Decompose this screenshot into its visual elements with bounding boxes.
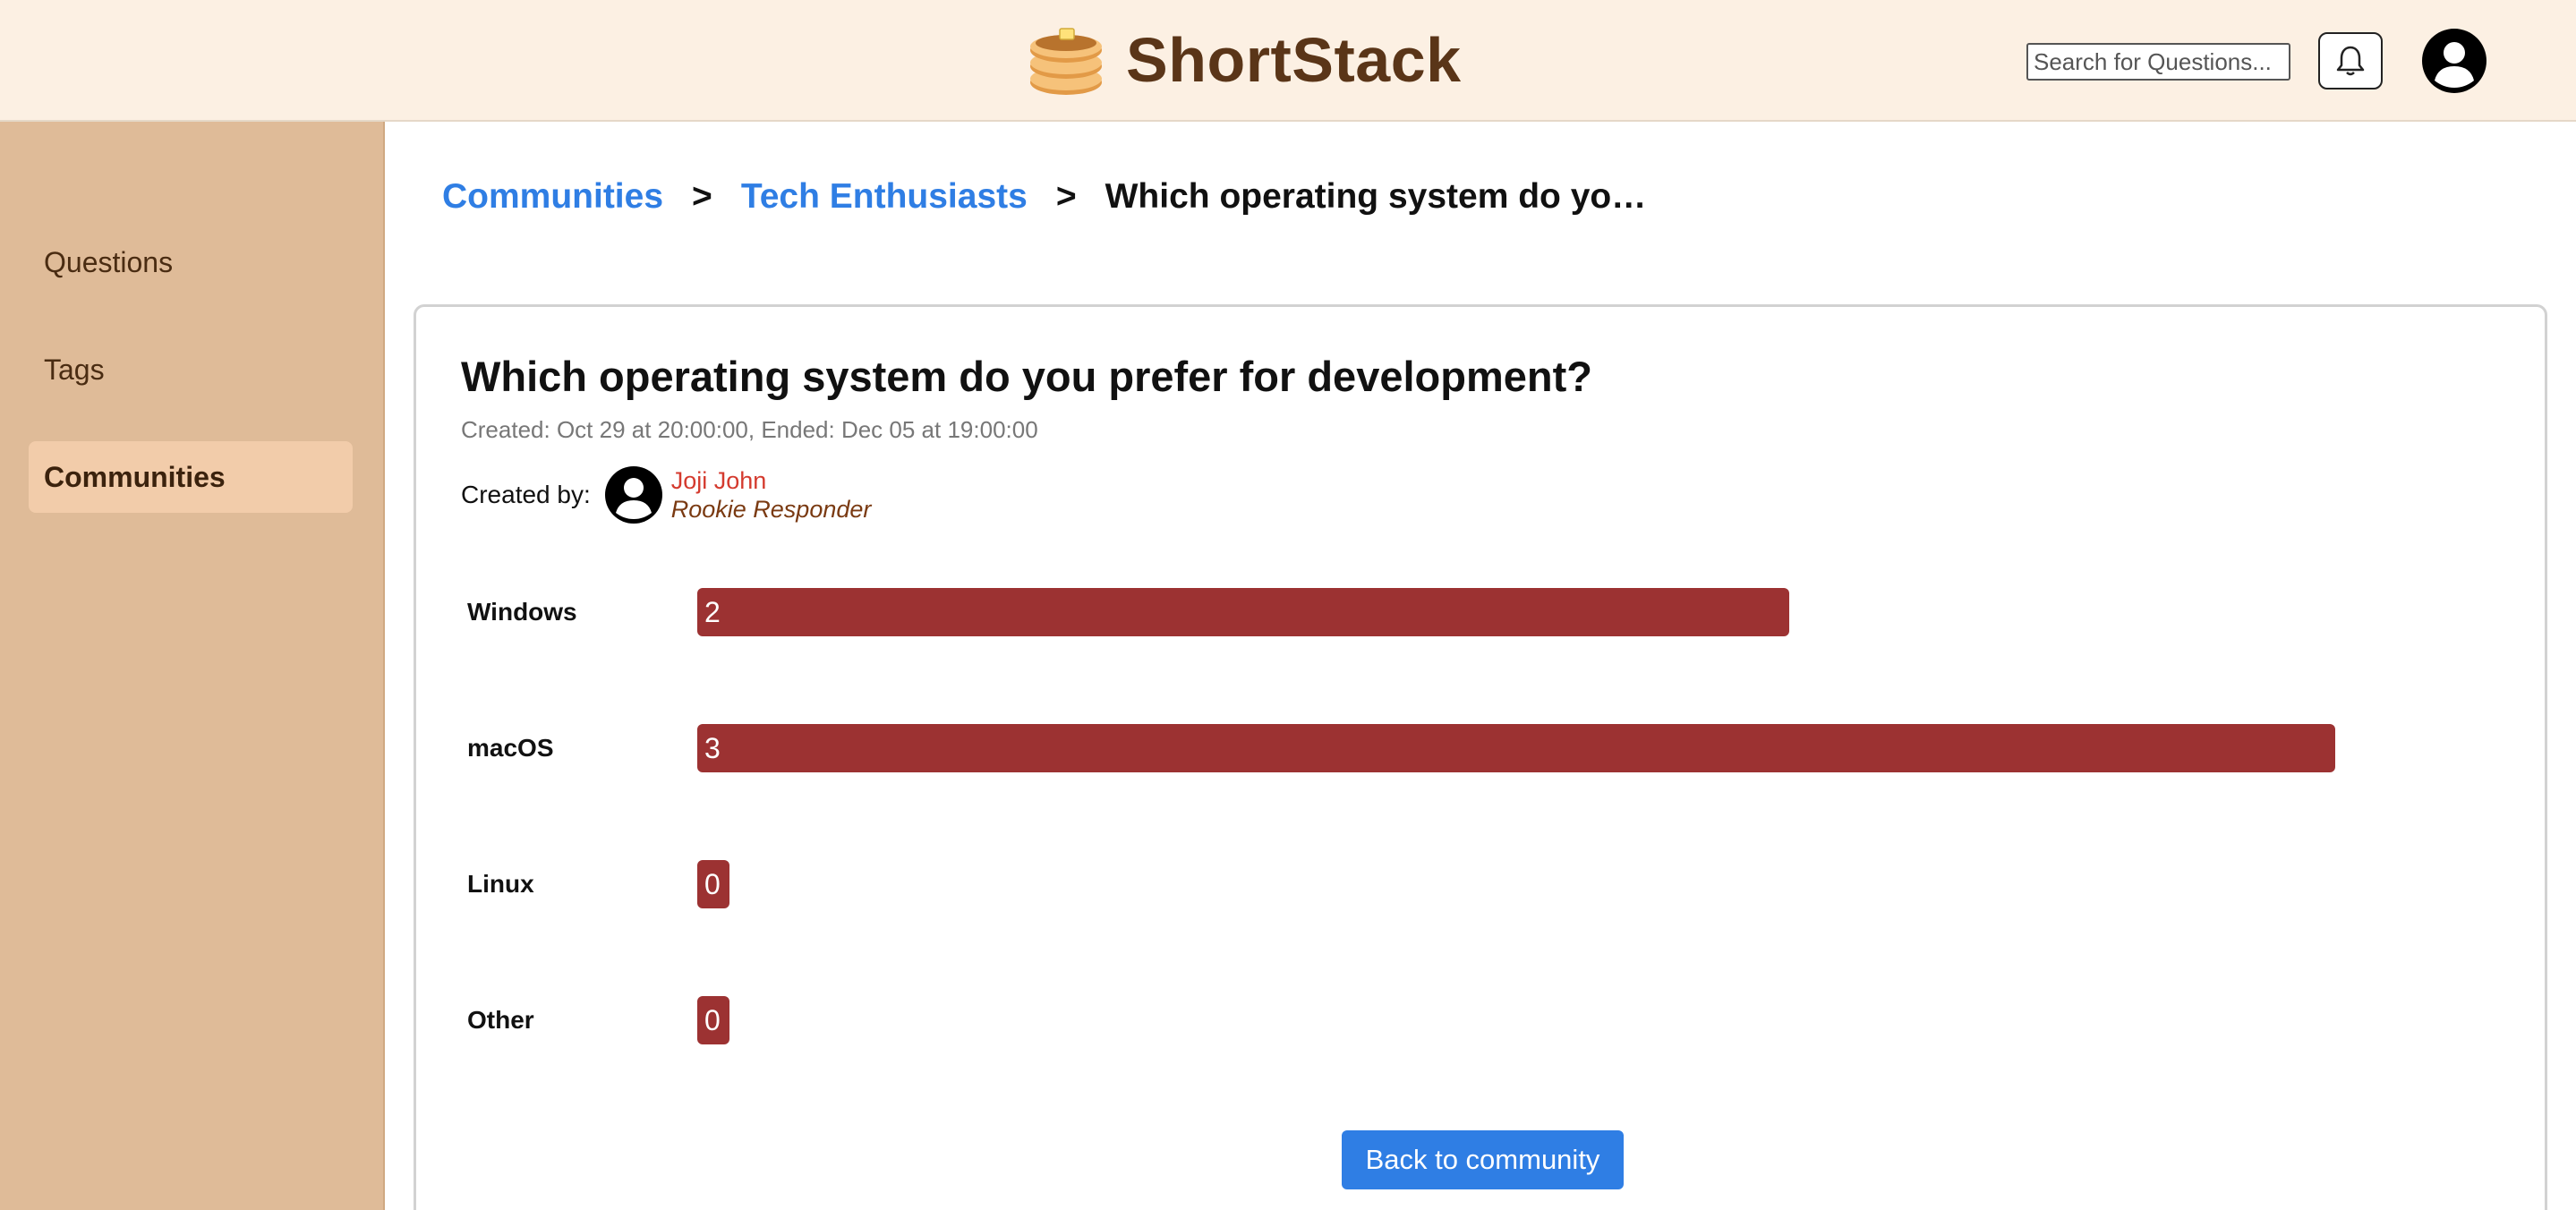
- search-input[interactable]: [2026, 43, 2290, 81]
- breadcrumb: Communities > Tech Enthusiasts > Which o…: [442, 177, 1646, 217]
- app-name: ShortStack: [1126, 25, 1462, 95]
- poll-option-label: Windows: [467, 598, 577, 626]
- creator-avatar-icon: [604, 466, 662, 524]
- created-by-label: Created by:: [461, 481, 591, 508]
- poll-option-label: Other: [467, 1006, 534, 1034]
- breadcrumb-separator: >: [1055, 177, 1077, 216]
- poll-card: Which operating system do you prefer for…: [414, 304, 2547, 1210]
- top-header: ShortStack: [0, 0, 2576, 122]
- breadcrumb-communities-link[interactable]: Communities: [442, 177, 663, 217]
- poll-title: Which operating system do you prefer for…: [461, 353, 1592, 400]
- bell-icon: [2336, 46, 2365, 76]
- poll-option-row: Other 0: [416, 996, 2545, 1044]
- poll-option-bar: 0: [697, 860, 729, 908]
- poll-option-bar: 3: [697, 724, 2335, 772]
- user-avatar-icon[interactable]: [2422, 29, 2486, 93]
- poll-option-row: Windows 2: [416, 588, 2545, 636]
- sidebar: Questions Tags Communities: [0, 122, 385, 1210]
- poll-option-row: Linux 0: [416, 860, 2545, 908]
- back-to-community-button[interactable]: Back to community: [1342, 1130, 1624, 1189]
- poll-dates: Created: Oct 29 at 20:00:00, Ended: Dec …: [461, 416, 1038, 443]
- notifications-button[interactable]: [2318, 32, 2383, 89]
- breadcrumb-separator: >: [692, 177, 712, 216]
- poll-option-bar: 0: [697, 996, 729, 1044]
- sidebar-item-communities[interactable]: Communities: [29, 441, 353, 513]
- poll-option-label: Linux: [467, 870, 534, 898]
- sidebar-item-tags[interactable]: Tags: [29, 334, 353, 405]
- creator-rank: Rookie Responder: [670, 496, 872, 523]
- poll-option-row: macOS 3: [416, 724, 2545, 772]
- sidebar-item-questions[interactable]: Questions: [29, 226, 353, 298]
- creator-name-link[interactable]: Joji John: [671, 466, 872, 495]
- pancake-stack-icon: [1030, 28, 1102, 95]
- poll-creator: Created by: Joji John Rookie Responder: [461, 466, 871, 524]
- poll-option-label: macOS: [467, 734, 554, 762]
- brand-logo[interactable]: ShortStack: [1026, 21, 1462, 98]
- breadcrumb-current: Which operating system do yo…: [1105, 177, 1647, 216]
- poll-option-bar: 2: [697, 588, 1789, 636]
- breadcrumb-community-link[interactable]: Tech Enthusiasts: [741, 177, 1028, 217]
